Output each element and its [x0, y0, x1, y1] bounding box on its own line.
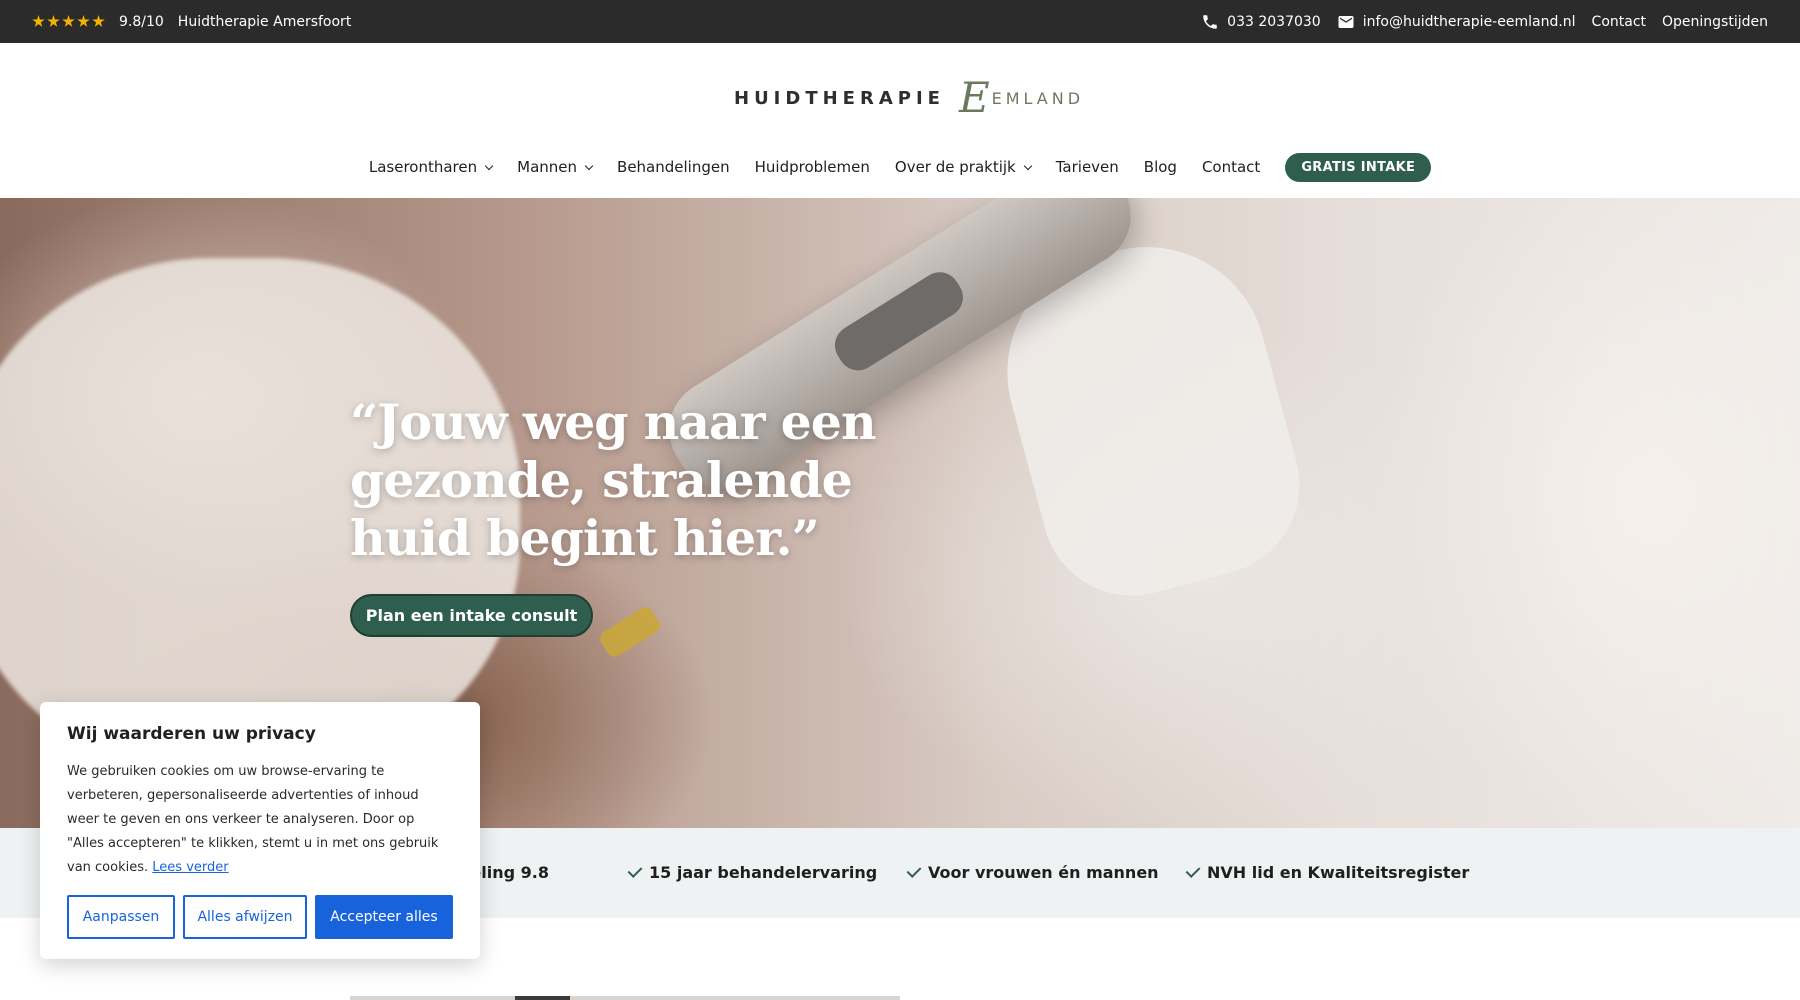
chevron-down-icon [484, 161, 494, 170]
usp-label: Voor vrouwen én mannen [928, 863, 1159, 882]
check-icon [1185, 862, 1201, 878]
chevron-down-icon [584, 161, 594, 170]
top-contact-link[interactable]: Contact [1592, 14, 1646, 30]
usp-item: 15 jaar behandelervaring [627, 862, 878, 882]
site-header: HUIDTHERAPIE E EMLAND Laserontharen Mann… [0, 43, 1800, 198]
nav-mannen[interactable]: Mannen [517, 158, 594, 176]
top-links: 033 2037030 info@huidtherapie-eemland.nl… [1201, 13, 1768, 31]
logo-e-mark: E [958, 73, 990, 122]
cookie-consent-dialog: Wij waarderen uw privacy We gebruiken co… [40, 702, 480, 959]
cookie-buttons: Aanpassen Alles afwijzen Accepteer alles [67, 895, 453, 939]
nav-contact[interactable]: Contact [1202, 158, 1260, 176]
reject-all-button[interactable]: Alles afwijzen [183, 895, 307, 939]
read-more-link[interactable]: Lees verder [152, 860, 228, 875]
nav-over-de-praktijk[interactable]: Over de praktijk [894, 158, 1032, 176]
top-bar: 9.8/10 Huidtherapie Amersfoort 033 20370… [0, 0, 1800, 43]
star-icon [32, 15, 45, 27]
rating-stars-icon [32, 15, 105, 28]
mail-icon [1338, 15, 1354, 28]
star-icon [47, 15, 60, 27]
email-address: info@huidtherapie-eemland.nl [1362, 13, 1576, 30]
usp-item: Voor vrouwen én mannen [906, 862, 1159, 882]
logo-text-emland: EMLAND [991, 88, 1085, 108]
nav-label: Laserontharen [368, 158, 478, 176]
star-icon [92, 15, 105, 27]
main-nav: Laserontharen Mannen Behandelingen Huidp… [0, 150, 1800, 184]
free-intake-button[interactable]: GRATIS INTAKE [1285, 152, 1432, 182]
phone-link[interactable]: 033 2037030 [1201, 13, 1321, 31]
star-icon [62, 15, 75, 27]
device-window [827, 264, 971, 378]
usp-item: NVH lid en Kwaliteitsregister [1185, 862, 1470, 882]
nav-label: Over de praktijk [894, 158, 1016, 176]
logo[interactable]: HUIDTHERAPIE E EMLAND [734, 73, 1080, 123]
nav-label: Mannen [517, 158, 578, 176]
rating-score: 9.8/10 [119, 13, 164, 30]
accept-all-button[interactable]: Accepteer alles [315, 895, 453, 939]
nav-blog[interactable]: Blog [1144, 158, 1177, 176]
email-link[interactable]: info@huidtherapie-eemland.nl [1337, 13, 1576, 31]
rating-area: 9.8/10 Huidtherapie Amersfoort [32, 14, 351, 30]
check-icon [627, 862, 643, 878]
check-icon [906, 862, 922, 878]
nav-laserontharen[interactable]: Laserontharen [368, 158, 494, 176]
phone-icon [1203, 14, 1217, 29]
cookie-body: We gebruiken cookies om uw browse-ervari… [67, 764, 439, 875]
location-text: Huidtherapie Amersfoort [177, 13, 352, 30]
nav-huidproblemen[interactable]: Huidproblemen [755, 158, 870, 176]
cookie-title: Wij waarderen uw privacy [67, 724, 316, 744]
plan-intake-button[interactable]: Plan een intake consult [350, 594, 593, 637]
nav-tarieven[interactable]: Tarieven [1056, 158, 1119, 176]
logo-text-huidtherapie: HUIDTHERAPIE [734, 87, 945, 109]
nav-behandelingen[interactable]: Behandelingen [617, 158, 730, 176]
usp-label: 15 jaar behandelervaring [649, 863, 878, 882]
hero-image-device-tip [597, 604, 663, 660]
section-preview-strip [350, 996, 900, 1000]
opening-hours-link[interactable]: Openingstijden [1662, 14, 1768, 30]
star-icon [77, 15, 90, 27]
usp-label: NVH lid en Kwaliteitsregister [1207, 863, 1470, 882]
phone-number: 033 2037030 [1227, 13, 1321, 30]
chevron-down-icon [1023, 161, 1032, 170]
hero-title: “Jouw weg naar een gezonde, stralende hu… [350, 393, 877, 567]
customize-button[interactable]: Aanpassen [67, 895, 175, 939]
cookie-text: We gebruiken cookies om uw browse-ervari… [67, 760, 453, 880]
